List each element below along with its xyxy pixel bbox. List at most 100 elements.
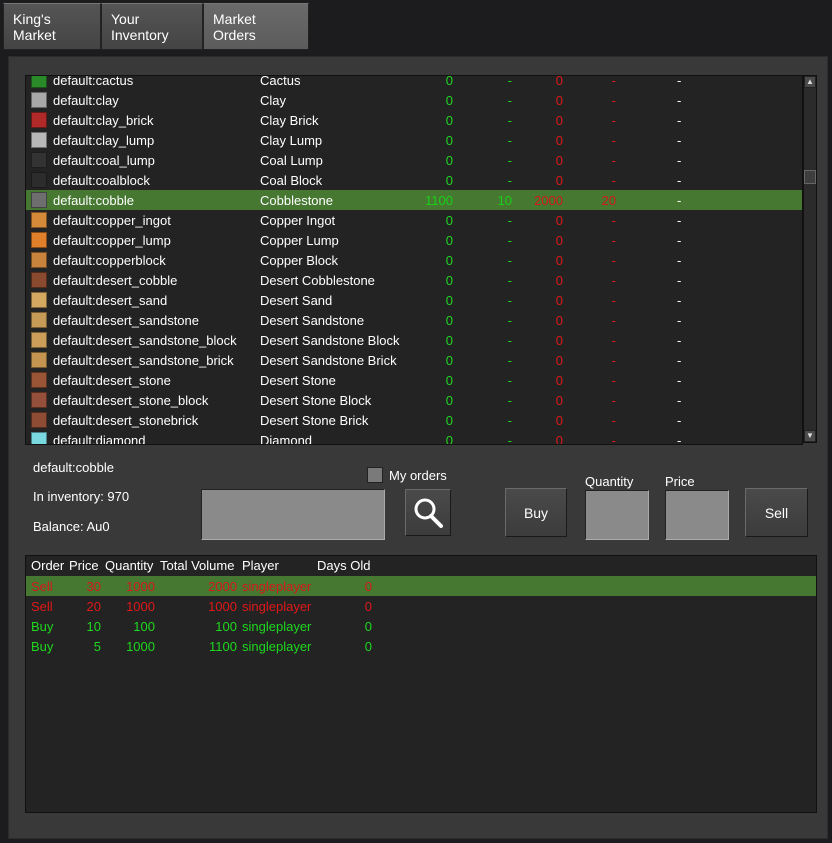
orders-header-order: Order [31, 558, 65, 573]
sell-price: - [611, 173, 616, 188]
list-item[interactable]: default:cobble Cobblestone 1100 10 2000 20- [26, 190, 802, 210]
scroll-up-icon[interactable]: ▲ [804, 76, 816, 88]
list-item[interactable]: default:copperblock Copper Block 0-0- - [26, 250, 802, 270]
buy-quantity: 0 [445, 373, 453, 388]
sell-price: - [611, 413, 616, 428]
table-row[interactable]: Sell 30 1000 2000 singleplayer 0 [26, 576, 816, 596]
item-id: default:desert_sandstone_block [53, 333, 237, 348]
sell-price: - [611, 313, 616, 328]
list-item[interactable]: default:clay_lump Clay Lump 0-0- - [26, 130, 802, 150]
desert-sandstone-brick-icon [31, 352, 47, 368]
sell-price: - [611, 133, 616, 148]
list-item[interactable]: default:clay_brick Clay Brick 0-0- - [26, 110, 802, 130]
orders-table[interactable]: Order Price Quantity Total Volume Player… [25, 555, 817, 813]
quantity-input[interactable] [585, 490, 649, 540]
clay-icon [31, 92, 47, 108]
clay-brick-icon [31, 112, 47, 128]
list-item[interactable]: default:desert_sandstone_block Desert San… [26, 330, 802, 350]
item-id: default:desert_stone_block [53, 393, 209, 408]
sell-quantity: 0 [555, 213, 563, 228]
item-name: Desert Stone Brick [260, 413, 369, 428]
list-item[interactable]: default:desert_stonebrick Desert Stone Br… [26, 410, 802, 430]
list-item[interactable]: default:coal_lump Coal Lump 0-0- - [26, 150, 802, 170]
buy-button[interactable]: Buy [505, 488, 567, 537]
buy-quantity: 0 [445, 93, 453, 108]
tab-market-orders[interactable]: Market Orders [203, 3, 309, 50]
scroll-thumb[interactable] [804, 170, 816, 184]
order-type: Sell [31, 599, 53, 614]
item-id: default:coalblock [53, 173, 150, 188]
order-days-old: 0 [364, 639, 372, 654]
tab-bar: King's Market Your Inventory Market Orde… [3, 3, 309, 50]
search-button[interactable] [405, 489, 451, 536]
item-id: default:clay [53, 93, 119, 108]
sell-quantity: 0 [555, 393, 563, 408]
item-name: Desert Sandstone Block [260, 333, 400, 348]
buy-quantity: 0 [445, 333, 453, 348]
item-name: Copper Lump [260, 233, 339, 248]
item-id: default:desert_sand [53, 293, 168, 308]
list-item[interactable]: default:clay Clay 0-0- - [26, 90, 802, 110]
sell-button[interactable]: Sell [745, 488, 808, 537]
buy-quantity: 0 [445, 173, 453, 188]
desert-stone-icon [31, 372, 47, 388]
buy-quantity: 0 [445, 353, 453, 368]
sell-quantity: 0 [555, 313, 563, 328]
order-days-old: 0 [364, 619, 372, 634]
order-price: 30 [86, 579, 101, 594]
item-name: Desert Sandstone [260, 313, 365, 328]
orders-header-quantity: Quantity [105, 558, 154, 573]
sell-price: - [611, 293, 616, 308]
list-item[interactable]: default:desert_sandstone Desert Sandstone… [26, 310, 802, 330]
buy-quantity: 0 [445, 413, 453, 428]
item-id: default:desert_stone [53, 373, 171, 388]
list-item[interactable]: default:desert_stone_block Desert Stone B… [26, 390, 802, 410]
list-item[interactable]: default:desert_cobble Desert Cobblestone 0… [26, 270, 802, 290]
my-orders-checkbox[interactable] [367, 467, 383, 483]
list-item[interactable]: default:desert_sandstone_brick Desert San… [26, 350, 802, 370]
list-item[interactable]: default:copper_lump Copper Lump 0-0- - [26, 230, 802, 250]
item-id: default:diamond [53, 433, 146, 445]
item-list[interactable]: default:cactus Cactus 0 - 0 - - default:clay Cla… [25, 75, 803, 445]
tab-your-inventory[interactable]: Your Inventory [101, 3, 203, 50]
days-old: - [677, 93, 682, 108]
item-list-scrollbar[interactable]: ▲ ▼ [803, 75, 817, 443]
table-row[interactable]: Buy 10 100 100 singleplayer 0 [26, 616, 816, 636]
item-id: default:desert_sandstone_brick [53, 353, 234, 368]
orders-header-total-volume: Total Volume [160, 558, 235, 573]
list-item[interactable]: default:copper_ingot Copper Ingot 0-0- - [26, 210, 802, 230]
item-name: Diamond [260, 433, 313, 445]
sell-quantity: 2000 [534, 193, 563, 208]
search-input[interactable] [201, 489, 385, 540]
sell-price: - [611, 433, 616, 445]
order-quantity: 1000 [126, 579, 155, 594]
list-item[interactable]: default:desert_sand Desert Sand 0-0- - [26, 290, 802, 310]
orders-header-player: Player [242, 558, 279, 573]
copper-ingot-icon [31, 212, 47, 228]
desert-sandstone-block-icon [31, 332, 47, 348]
item-name: Desert Sandstone Brick [260, 353, 397, 368]
list-item[interactable]: default:desert_stone Desert Stone 0-0- - [26, 370, 802, 390]
item-name: Copper Ingot [260, 213, 336, 228]
item-id: default:copper_lump [53, 233, 171, 248]
buy-quantity: 0 [445, 253, 453, 268]
buy-quantity: 0 [445, 153, 453, 168]
list-item[interactable]: default:diamond Diamond 0-0- - [26, 430, 802, 445]
sell-price: - [611, 253, 616, 268]
days-old: - [677, 75, 682, 88]
coal-lump-icon [31, 152, 47, 168]
tab-kings-market[interactable]: King's Market [3, 3, 101, 50]
item-id: default:desert_sandstone [53, 313, 199, 328]
item-name: Clay Brick [260, 113, 319, 128]
table-row[interactable]: Sell 20 1000 1000 singleplayer 0 [26, 596, 816, 616]
table-row[interactable]: Buy 5 1000 1100 singleplayer 0 [26, 636, 816, 656]
order-price: 5 [93, 639, 101, 654]
list-item[interactable]: default:coalblock Coal Block 0-0- - [26, 170, 802, 190]
item-id: default:cobble [53, 193, 134, 208]
copper-lump-icon [31, 232, 47, 248]
list-item[interactable]: default:cactus Cactus 0-0- - [26, 75, 802, 90]
sell-quantity: 0 [555, 413, 563, 428]
days-old: - [677, 273, 682, 288]
scroll-down-icon[interactable]: ▼ [804, 430, 816, 442]
price-input[interactable] [665, 490, 729, 540]
